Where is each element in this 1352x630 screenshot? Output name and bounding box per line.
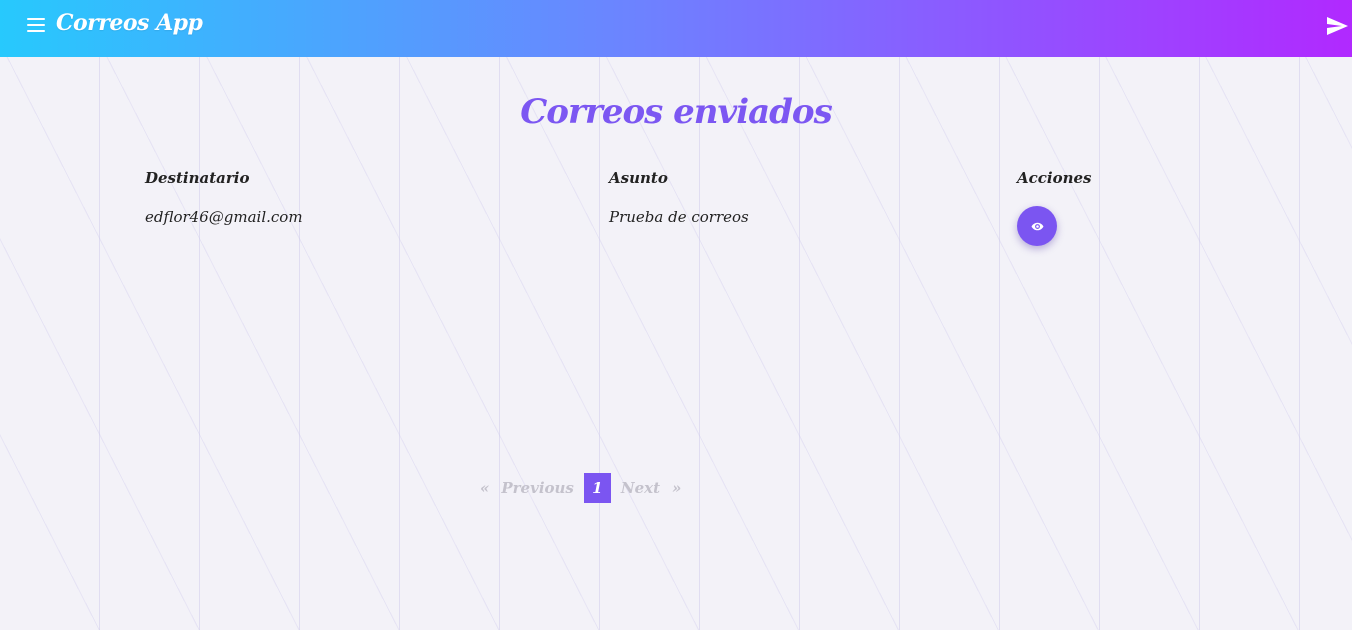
last-page-link[interactable]: » (666, 473, 687, 503)
column-header-subject: Asunto (609, 169, 668, 187)
first-page-link[interactable]: « (474, 473, 495, 503)
app-header: Correos App (0, 0, 1352, 57)
column-header-recipient: Destinatario (145, 169, 250, 187)
recipient-cell: edflor46@gmail.com (145, 208, 303, 226)
pagination: « Previous 1 Next » (474, 473, 687, 503)
hamburger-menu-icon[interactable] (27, 18, 45, 32)
column-header-actions: Acciones (1017, 169, 1092, 187)
current-page[interactable]: 1 (583, 473, 611, 503)
view-email-button[interactable] (1017, 206, 1057, 246)
previous-page-link[interactable]: Previous (495, 473, 580, 503)
next-page-link[interactable]: Next (615, 473, 666, 503)
page-title: Correos enviados (520, 92, 833, 132)
send-icon[interactable] (1325, 14, 1349, 38)
eye-icon (1031, 222, 1043, 230)
subject-cell: Prueba de correos (609, 208, 749, 226)
app-title[interactable]: Correos App (56, 10, 203, 36)
